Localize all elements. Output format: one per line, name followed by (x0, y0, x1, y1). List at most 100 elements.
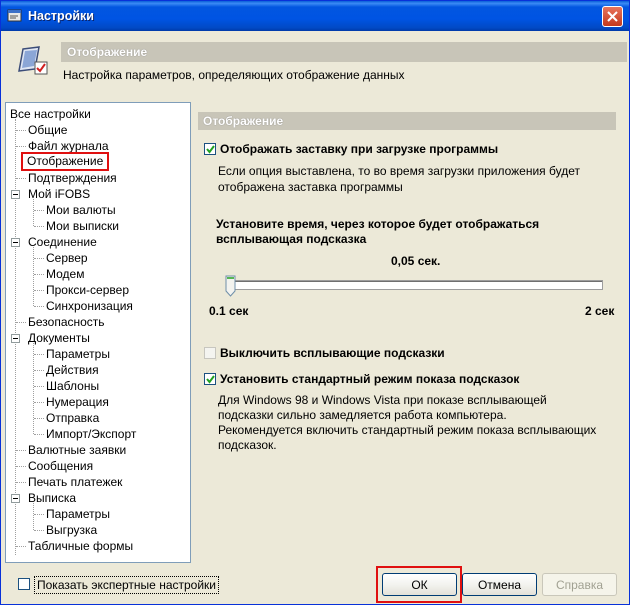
disable-tooltips-checkbox[interactable] (204, 347, 216, 359)
tree-item-templates[interactable]: Шаблоны (44, 378, 101, 394)
ok-button[interactable]: ОК (382, 573, 457, 596)
tooltip-time-caption-line2: всплывающая подсказка (216, 232, 367, 246)
tree-connector (33, 343, 34, 434)
tree-item-label: Соединение (28, 235, 97, 249)
expert-settings-checkbox[interactable] (18, 578, 30, 590)
tree-item-statement-parameters[interactable]: Параметры (44, 506, 112, 522)
tree-item-messages[interactable]: Сообщения (26, 458, 95, 474)
tree-connector (34, 386, 44, 387)
tree-item-label: Отправка (46, 411, 100, 425)
checkmark-icon (206, 375, 215, 384)
header-description: Настройка параметров, определяющих отобр… (63, 68, 405, 82)
tree-item-display[interactable]: Отображение (21, 152, 110, 172)
settings-tree: Все настройки Общие Файл журнала Отображ… (5, 102, 191, 563)
settings-panel: Отображение Отображать заставку при загр… (193, 102, 625, 563)
standard-tooltips-checkbox[interactable] (204, 373, 216, 385)
title-bar[interactable]: Настройки (1, 1, 629, 31)
tree-expander-documents[interactable] (11, 334, 20, 343)
splash-checkbox[interactable] (204, 143, 216, 155)
standard-tooltips-description-line1: Для Windows 98 и Windows Vista при показ… (218, 393, 547, 407)
standard-tooltips-description-line4: подсказок. (218, 438, 277, 452)
tree-connector (16, 482, 26, 483)
tree-item-table-forms[interactable]: Табличные формы (26, 538, 135, 554)
tree-item-label: Мои валюты (46, 203, 116, 217)
tree-item-label: Мой iFOBS (28, 187, 91, 201)
tree-item-label: Прокси-сервер (46, 283, 129, 297)
tree-item-actions[interactable]: Действия (44, 362, 101, 378)
tree-item-numbering[interactable]: Нумерация (44, 394, 111, 410)
tree-connector (16, 322, 26, 323)
slider-thumb-icon[interactable] (225, 275, 236, 297)
disable-tooltips-label[interactable]: Выключить всплывающие подсказки (220, 346, 445, 360)
slider-max-label: 2 сек (585, 304, 615, 318)
tree-expander-my-ifobs[interactable] (11, 190, 20, 199)
tree-connector (34, 514, 44, 515)
tree-item-synchronization[interactable]: Синхронизация (44, 298, 135, 314)
tree-item-label: Синхронизация (46, 299, 133, 313)
standard-tooltips-description-line2: подсказки сильно замедляется работа комп… (218, 408, 507, 422)
expert-settings-label[interactable]: Показать экспертные настройки (34, 576, 219, 594)
tree-item-label: Модем (46, 267, 85, 281)
tree-item-confirmations[interactable]: Подтверждения (26, 170, 119, 186)
cancel-button[interactable]: Отмена (462, 573, 537, 596)
close-button[interactable] (602, 6, 623, 27)
tree-item-label: Табличные формы (28, 539, 134, 553)
header-title-text: Отображение (67, 45, 148, 59)
splash-label[interactable]: Отображать заставку при загрузке програм… (220, 142, 498, 156)
tree-item-print-payments[interactable]: Печать платежек (26, 474, 124, 490)
tree-connector (34, 418, 44, 419)
tree-connector (34, 306, 44, 307)
tree-item-label: Мои выписки (46, 219, 119, 233)
dialog-footer: Показать экспертные настройки ОК Отмена … (5, 565, 625, 603)
tree-item-export[interactable]: Выгрузка (44, 522, 99, 538)
tree-item-label: Все настройки (10, 107, 91, 121)
tree-item-my-statements[interactable]: Мои выписки (44, 218, 121, 234)
tree-connector (16, 546, 26, 547)
tooltip-time-slider-track[interactable] (227, 280, 603, 290)
tooltip-time-value: 0,05 сек. (391, 254, 441, 268)
tree-connector (34, 402, 44, 403)
standard-tooltips-label[interactable]: Установить стандартный режим показа подс… (220, 372, 519, 386)
standard-tooltips-description-line3: Рекомендуется включить стандартный режим… (218, 423, 597, 437)
tree-expander-statement[interactable] (11, 494, 20, 503)
header-title: Отображение (61, 42, 627, 62)
tree-item-import-export[interactable]: Импорт/Экспорт (44, 426, 138, 442)
tree-item-label: Нумерация (46, 395, 109, 409)
tree-item-my-ifobs[interactable]: Мой iFOBS (26, 186, 92, 202)
tree-item-modem[interactable]: Модем (44, 266, 86, 282)
tree-connector (16, 146, 26, 147)
tree-item-documents[interactable]: Документы (26, 330, 92, 346)
tree-item-my-currencies[interactable]: Мои валюты (44, 202, 118, 218)
tooltip-time-caption-line1: Установите время, через которое будет от… (216, 217, 540, 231)
tree-item-sending[interactable]: Отправка (44, 410, 101, 426)
tree-item-label: Сервер (46, 251, 88, 265)
tree-connector (34, 210, 44, 211)
settings-app-icon (7, 9, 22, 22)
tree-item-label: Выписка (28, 491, 77, 505)
tree-item-general[interactable]: Общие (26, 122, 69, 138)
slider-min-label: 0.1 сек (209, 304, 249, 318)
tree-item-proxy-server[interactable]: Прокси-сервер (44, 282, 131, 298)
help-button[interactable]: Справка (542, 573, 617, 596)
tree-item-doc-parameters[interactable]: Параметры (44, 346, 112, 362)
tree-connector (33, 503, 34, 530)
tree-connector (34, 226, 44, 227)
tree-connector (34, 274, 44, 275)
tree-item-label: Действия (46, 363, 99, 377)
window-title: Настройки (28, 9, 94, 23)
tree-item-all-settings[interactable]: Все настройки (8, 106, 93, 122)
page-header: Отображение Настройка параметров, опреде… (5, 33, 627, 99)
tree-item-currency-requests[interactable]: Валютные заявки (26, 442, 128, 458)
tree-connector (34, 434, 44, 435)
tree-item-statement[interactable]: Выписка (26, 490, 78, 506)
tree-connector (34, 530, 44, 531)
display-settings-icon (18, 46, 48, 75)
tree-item-label: Отображение (21, 152, 110, 171)
tree-item-connection[interactable]: Соединение (26, 234, 99, 250)
tree-item-server[interactable]: Сервер (44, 250, 90, 266)
tree-expander-connection[interactable] (11, 238, 20, 247)
tree-connector (16, 178, 26, 179)
tree-item-label: Файл журнала (28, 139, 109, 153)
tree-item-label: Выгрузка (46, 523, 98, 537)
tree-item-security[interactable]: Безопасность (26, 314, 107, 330)
